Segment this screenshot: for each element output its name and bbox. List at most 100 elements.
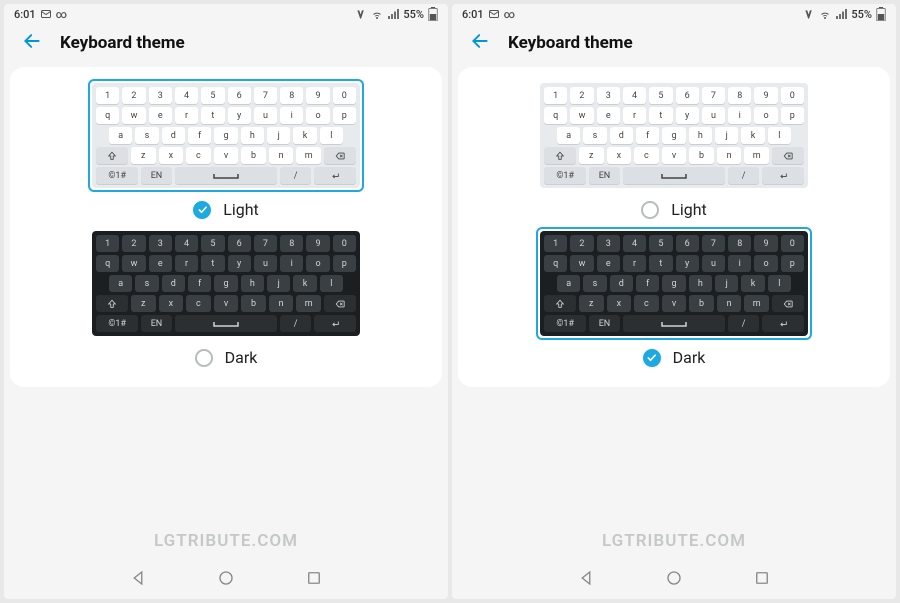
nav-home-button[interactable] <box>665 569 683 591</box>
key: x <box>159 147 184 164</box>
key: h <box>241 275 264 292</box>
back-button[interactable] <box>470 31 490 55</box>
key: b <box>241 147 266 164</box>
page-header: Keyboard theme <box>4 23 448 67</box>
language-key: EN <box>589 315 619 332</box>
keyboard-preview-wrap: 1234567890qwertyuiopasdfghjklzxcvbnm©1#E… <box>536 227 812 340</box>
symbols-key: ©1# <box>96 315 138 332</box>
key: f <box>188 275 211 292</box>
key: j <box>715 275 738 292</box>
theme-radio-row-light[interactable]: Light <box>193 200 259 219</box>
backspace-key <box>324 147 356 164</box>
status-bar: 6:01 ∞ 55% <box>452 4 896 23</box>
space-icon <box>212 172 240 180</box>
message-icon <box>40 8 52 20</box>
nav-recents-button[interactable] <box>305 569 323 591</box>
key: c <box>634 147 659 164</box>
key: l <box>320 275 343 292</box>
key: r <box>623 255 646 272</box>
key: n <box>717 295 742 312</box>
key: m <box>744 295 769 312</box>
keyboard-row: zxcvbnm <box>96 147 356 164</box>
key: u <box>254 255 277 272</box>
nav-back-button[interactable] <box>577 569 595 591</box>
keyboard-preview-wrap: 1234567890qwertyuiopasdfghjklzxcvbnm©1#E… <box>536 79 812 192</box>
key: p <box>781 255 804 272</box>
signal-icon <box>387 8 399 20</box>
theme-option-dark[interactable]: 1234567890qwertyuiopasdfghjklzxcvbnm©1#E… <box>34 227 418 367</box>
shift-key <box>96 295 128 312</box>
keyboard-row: 1234567890 <box>544 87 804 104</box>
shift-key <box>544 295 576 312</box>
enter-icon <box>329 319 341 329</box>
space-icon <box>212 320 240 328</box>
infinity-icon: ∞ <box>504 8 515 21</box>
key: w <box>122 107 145 124</box>
key: g <box>214 275 237 292</box>
key: p <box>333 255 356 272</box>
theme-radio-row-dark[interactable]: Dark <box>643 348 706 367</box>
keyboard-row: qwertyuiop <box>544 107 804 124</box>
theme-radio-row-light[interactable]: Light <box>641 200 707 219</box>
status-time: 6:01 <box>462 8 484 21</box>
key: w <box>570 255 593 272</box>
key: 7 <box>254 235 277 252</box>
key: l <box>768 127 791 144</box>
keyboard-preview-wrap: 1234567890qwertyuiopasdfghjklzxcvbnm©1#E… <box>88 227 364 340</box>
radio-button[interactable] <box>641 201 659 219</box>
backspace-icon <box>782 299 794 309</box>
key: s <box>135 275 158 292</box>
key: k <box>741 275 764 292</box>
symbols-key: ©1# <box>544 167 586 184</box>
keyboard-preview-dark: 1234567890qwertyuiopasdfghjklzxcvbnm©1#E… <box>540 231 808 336</box>
keyboard-row: qwertyuiop <box>96 255 356 272</box>
nav-home-button[interactable] <box>217 569 235 591</box>
keyboard-preview-dark: 1234567890qwertyuiopasdfghjklzxcvbnm©1#E… <box>92 231 360 336</box>
key: k <box>741 127 764 144</box>
key: 6 <box>676 235 699 252</box>
key: 2 <box>122 235 145 252</box>
keyboard-row: 1234567890 <box>96 235 356 252</box>
key: w <box>122 255 145 272</box>
theme-option-dark[interactable]: 1234567890qwertyuiopasdfghjklzxcvbnm©1#E… <box>482 227 866 367</box>
key: 5 <box>649 235 672 252</box>
key: 1 <box>96 235 119 252</box>
key: n <box>269 295 294 312</box>
key: q <box>544 255 567 272</box>
key: u <box>702 107 725 124</box>
key: n <box>717 147 742 164</box>
key: d <box>162 127 185 144</box>
key: o <box>306 255 329 272</box>
theme-option-light[interactable]: 1234567890qwertyuiopasdfghjklzxcvbnm©1#E… <box>482 79 866 219</box>
enter-key <box>762 167 804 184</box>
back-button[interactable] <box>22 31 42 55</box>
radio-button[interactable] <box>643 349 661 367</box>
key: 3 <box>597 235 620 252</box>
key: 3 <box>149 87 172 104</box>
key: c <box>186 295 211 312</box>
key: 7 <box>254 87 277 104</box>
key: r <box>175 255 198 272</box>
nav-recents-button[interactable] <box>753 569 771 591</box>
key: 5 <box>649 87 672 104</box>
radio-button[interactable] <box>193 201 211 219</box>
radio-button[interactable] <box>195 349 213 367</box>
triangle-left-icon <box>129 569 147 587</box>
key: t <box>201 255 224 272</box>
triangle-left-icon <box>577 569 595 587</box>
status-left: 6:01 ∞ <box>14 8 67 21</box>
nav-back-button[interactable] <box>129 569 147 591</box>
theme-option-light[interactable]: 1234567890qwertyuiopasdfghjklzxcvbnm©1#E… <box>34 79 418 219</box>
key: p <box>781 107 804 124</box>
circle-icon <box>217 569 235 587</box>
nav-bar <box>4 561 448 599</box>
key: 2 <box>122 87 145 104</box>
space-key <box>175 315 278 332</box>
key: 3 <box>597 87 620 104</box>
theme-radio-row-dark[interactable]: Dark <box>195 348 258 367</box>
watermark: LGTRIBUTE.COM <box>4 531 448 551</box>
key: x <box>607 147 632 164</box>
key: 4 <box>175 87 198 104</box>
space-key <box>623 167 726 184</box>
keyboard-preview-light: 1234567890qwertyuiopasdfghjklzxcvbnm©1#E… <box>92 83 360 188</box>
